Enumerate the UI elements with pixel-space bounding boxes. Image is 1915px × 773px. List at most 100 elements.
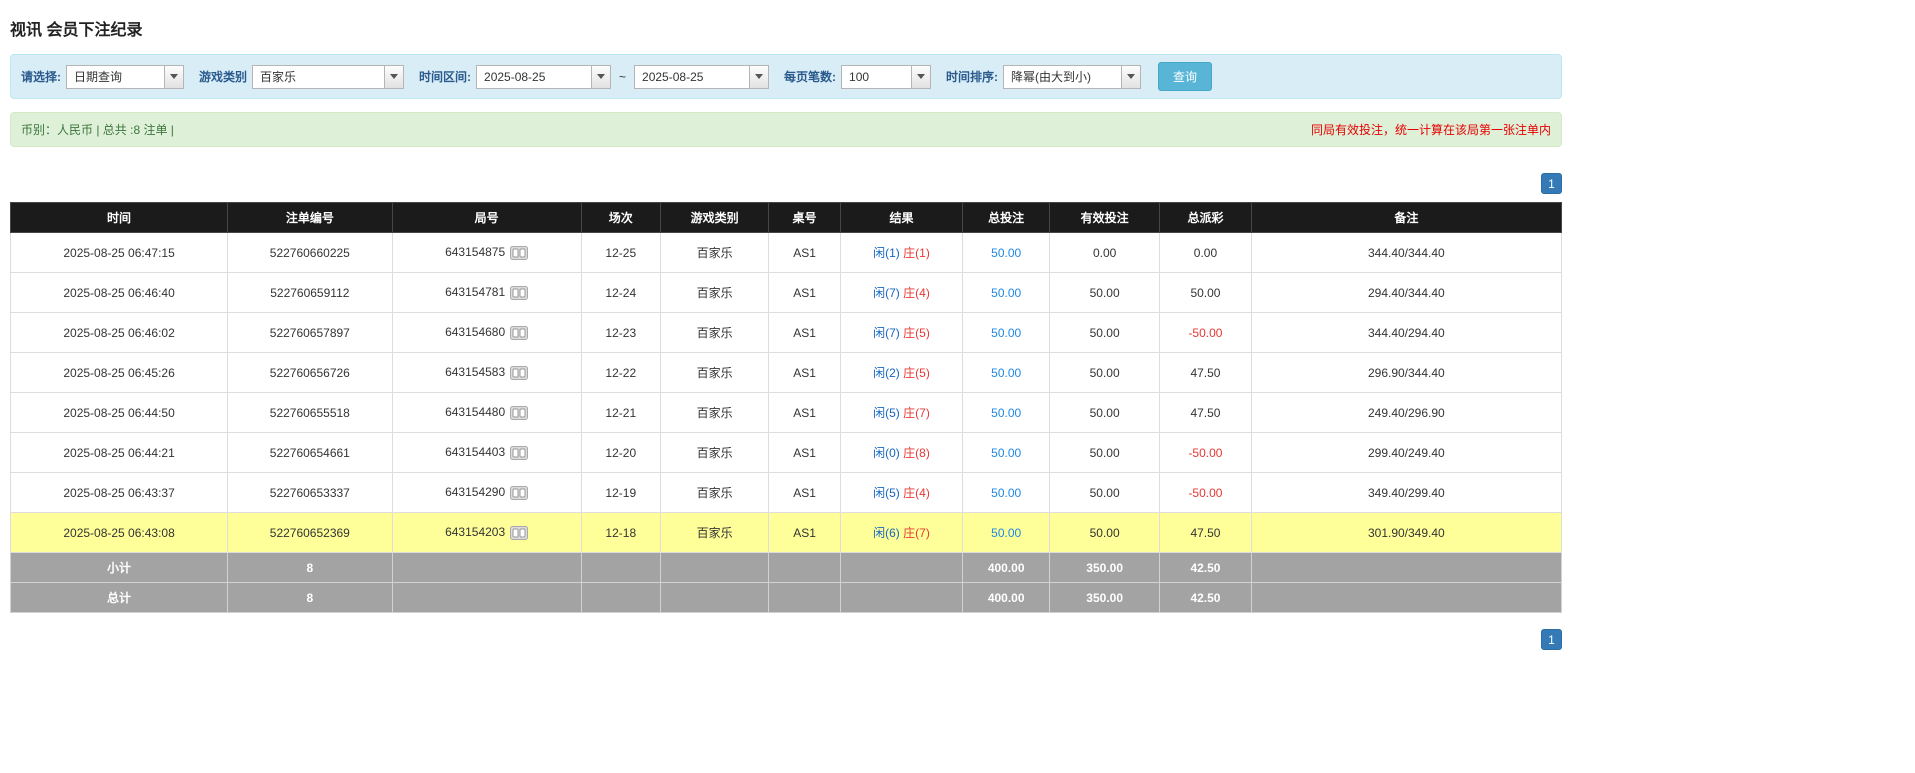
summary-count: 8 xyxy=(228,553,392,583)
page-1-button[interactable]: 1 xyxy=(1541,173,1562,194)
cell-valid-bet: 0.00 xyxy=(1050,233,1160,273)
summary-payout: 42.50 xyxy=(1160,553,1252,583)
cell-round-id: 643154480 xyxy=(392,393,581,433)
cell-table-no: AS1 xyxy=(769,353,840,393)
page-1-button[interactable]: 1 xyxy=(1541,629,1562,650)
column-header-bet-id: 注单编号 xyxy=(228,203,392,233)
round-result-icon[interactable] xyxy=(510,526,528,540)
summary-valid-bet: 350.00 xyxy=(1050,553,1160,583)
notice-text: 同局有效投注，统一计算在该局第一张注单内 xyxy=(1311,121,1551,138)
result-player: 闲(7) xyxy=(873,286,900,300)
round-result-icon[interactable] xyxy=(510,406,528,420)
bet-records-table: 时间 注单编号 局号 场次 游戏类别 桌号 结果 总投注 有效投注 总派彩 备注… xyxy=(10,202,1562,613)
cell-round-id: 643154403 xyxy=(392,433,581,473)
round-result-icon[interactable] xyxy=(510,486,528,500)
total-bet-link[interactable]: 50.00 xyxy=(991,326,1021,340)
result-player: 闲(5) xyxy=(873,406,900,420)
search-button[interactable]: 查询 xyxy=(1158,62,1212,91)
total-bet-link[interactable]: 50.00 xyxy=(991,286,1021,300)
cell-time: 2025-08-25 06:43:08 xyxy=(11,513,228,553)
column-header-result: 结果 xyxy=(840,203,963,233)
total-bet-link[interactable]: 50.00 xyxy=(991,446,1021,460)
result-banker: 庄(7) xyxy=(903,526,930,540)
chevron-down-icon[interactable] xyxy=(1121,66,1140,88)
table-row: 2025-08-25 06:43:08522760652369643154203… xyxy=(11,513,1562,553)
cell-result: 闲(5) 庄(4) xyxy=(840,473,963,513)
range-separator: ~ xyxy=(619,70,626,84)
summary-row: 小计8400.00350.0042.50 xyxy=(11,553,1562,583)
cell-table-no: AS1 xyxy=(769,393,840,433)
chevron-down-icon[interactable] xyxy=(911,66,930,88)
currency-summary-text: 币别：人民币 | 总共 :8 注单 | xyxy=(21,121,174,138)
filter-bar: 请选择: 日期查询 游戏类别 百家乐 时间区间: 2025-08-25 ~ 20… xyxy=(10,54,1562,99)
round-result-icon[interactable] xyxy=(510,326,528,340)
cell-table-no: AS1 xyxy=(769,233,840,273)
cell-note: 299.40/249.40 xyxy=(1251,433,1561,473)
cell-session: 12-22 xyxy=(581,353,660,393)
round-result-icon[interactable] xyxy=(510,246,528,260)
date-from-select[interactable]: 2025-08-25 xyxy=(476,65,611,89)
query-type-label: 请选择: xyxy=(21,68,61,85)
result-banker: 庄(5) xyxy=(903,366,930,380)
result-banker: 庄(8) xyxy=(903,446,930,460)
caret-icon xyxy=(390,74,398,79)
total-bet-link[interactable]: 50.00 xyxy=(991,526,1021,540)
query-type-select[interactable]: 日期查询 xyxy=(66,65,184,89)
total-bet-link[interactable]: 50.00 xyxy=(991,486,1021,500)
total-bet-link[interactable]: 50.00 xyxy=(991,366,1021,380)
round-result-icon[interactable] xyxy=(510,446,528,460)
cell-payout: -50.00 xyxy=(1160,473,1252,513)
total-bet-link[interactable]: 50.00 xyxy=(991,246,1021,260)
sort-select[interactable]: 降幂(由大到小) xyxy=(1003,65,1141,89)
round-result-icon[interactable] xyxy=(510,366,528,380)
cell-note: 249.40/296.90 xyxy=(1251,393,1561,433)
game-type-select[interactable]: 百家乐 xyxy=(252,65,404,89)
caret-icon xyxy=(170,74,178,79)
cell-result: 闲(7) 庄(5) xyxy=(840,313,963,353)
column-header-payout: 总派彩 xyxy=(1160,203,1252,233)
cell-bet-id: 522760660225 xyxy=(228,233,392,273)
cell-time: 2025-08-25 06:46:40 xyxy=(11,273,228,313)
table-row: 2025-08-25 06:43:37522760653337643154290… xyxy=(11,473,1562,513)
time-range-label: 时间区间: xyxy=(419,68,471,85)
cell-time: 2025-08-25 06:43:37 xyxy=(11,473,228,513)
chevron-down-icon[interactable] xyxy=(591,66,610,88)
chevron-down-icon[interactable] xyxy=(164,66,183,88)
cell-time: 2025-08-25 06:44:50 xyxy=(11,393,228,433)
cell-session: 12-20 xyxy=(581,433,660,473)
summary-valid-bet: 350.00 xyxy=(1050,583,1160,613)
column-header-game-type: 游戏类别 xyxy=(660,203,769,233)
cell-note: 344.40/344.40 xyxy=(1251,233,1561,273)
cell-payout: -50.00 xyxy=(1160,313,1252,353)
sort-label: 时间排序: xyxy=(946,68,998,85)
cell-table-no: AS1 xyxy=(769,513,840,553)
cell-payout: 47.50 xyxy=(1160,513,1252,553)
cell-table-no: AS1 xyxy=(769,313,840,353)
cell-table-no: AS1 xyxy=(769,273,840,313)
page-size-select[interactable]: 100 xyxy=(841,65,931,89)
cell-round-id: 643154203 xyxy=(392,513,581,553)
page-title: 视讯 会员下注纪录 xyxy=(10,16,1562,40)
cell-valid-bet: 50.00 xyxy=(1050,513,1160,553)
total-bet-link[interactable]: 50.00 xyxy=(991,406,1021,420)
column-header-note: 备注 xyxy=(1251,203,1561,233)
table-row: 2025-08-25 06:47:15522760660225643154875… xyxy=(11,233,1562,273)
chevron-down-icon[interactable] xyxy=(749,66,768,88)
cell-bet-id: 522760653337 xyxy=(228,473,392,513)
cell-total-bet: 50.00 xyxy=(963,393,1050,433)
cell-note: 301.90/349.40 xyxy=(1251,513,1561,553)
cell-round-id: 643154290 xyxy=(392,473,581,513)
summary-row: 总计8400.00350.0042.50 xyxy=(11,583,1562,613)
table-row: 2025-08-25 06:44:50522760655518643154480… xyxy=(11,393,1562,433)
cell-time: 2025-08-25 06:44:21 xyxy=(11,433,228,473)
cell-game-type: 百家乐 xyxy=(660,313,769,353)
query-type-value: 日期查询 xyxy=(67,66,164,88)
summary-count: 8 xyxy=(228,583,392,613)
date-to-select[interactable]: 2025-08-25 xyxy=(634,65,769,89)
round-result-icon[interactable] xyxy=(510,286,528,300)
cell-bet-id: 522760656726 xyxy=(228,353,392,393)
cell-payout: 0.00 xyxy=(1160,233,1252,273)
table-row: 2025-08-25 06:45:26522760656726643154583… xyxy=(11,353,1562,393)
chevron-down-icon[interactable] xyxy=(384,66,403,88)
cell-round-id: 643154583 xyxy=(392,353,581,393)
